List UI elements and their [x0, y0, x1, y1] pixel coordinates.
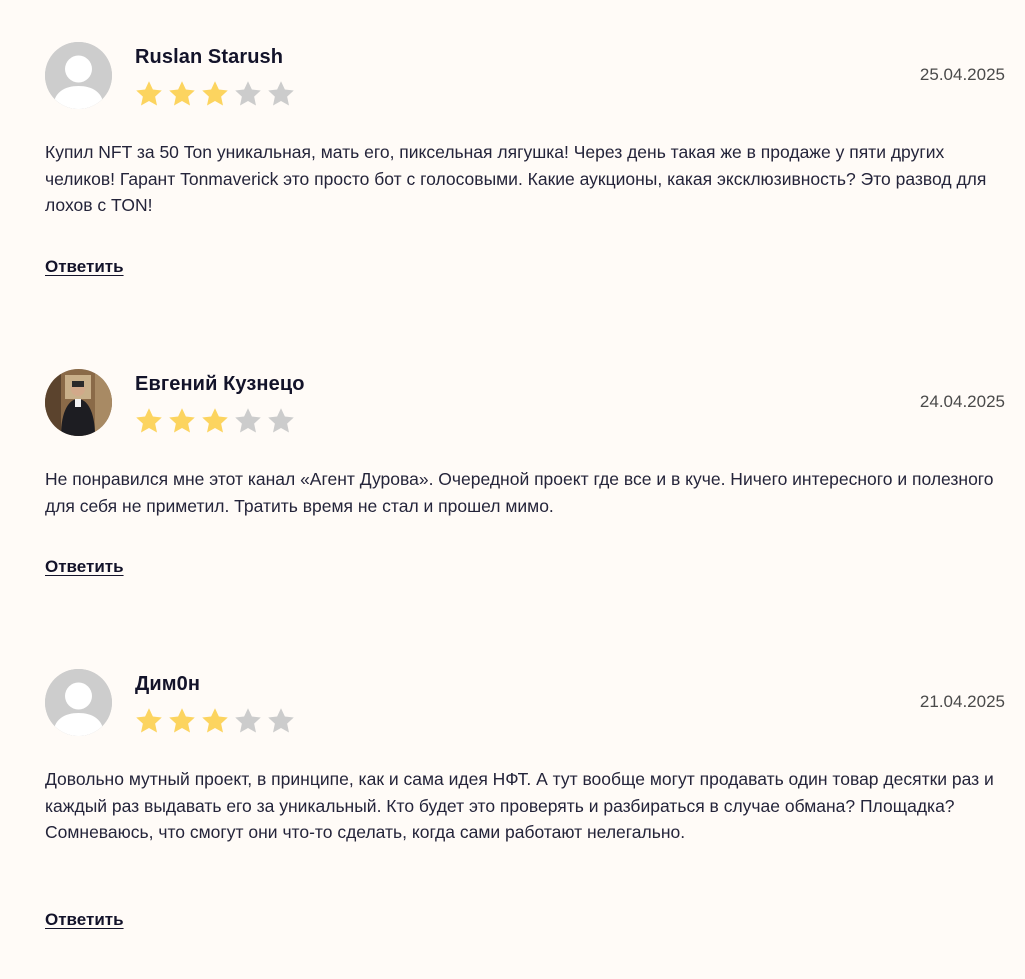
star-empty-icon [268, 81, 294, 106]
avatar [45, 369, 112, 436]
star-empty-icon [268, 408, 294, 433]
reply-link[interactable]: Ответить [45, 910, 124, 930]
avatar [45, 669, 112, 736]
star-filled-icon [169, 408, 195, 433]
star-filled-icon [202, 408, 228, 433]
review-date: 24.04.2025 [919, 392, 1005, 411]
review-author: Евгений Кузнецо [135, 373, 305, 395]
star-filled-icon [136, 408, 162, 433]
user-photo-icon [45, 369, 112, 436]
review-author: Дим0н [135, 673, 201, 695]
star-filled-icon [202, 81, 228, 106]
user-silhouette-icon [45, 669, 112, 736]
star-rating [134, 406, 296, 436]
review-text: Не понравился мне этот канал «Агент Дуро… [45, 469, 994, 516]
star-filled-icon [169, 81, 195, 106]
review-text: Купил NFT за 50 Ton уникальная, мать его… [45, 142, 987, 215]
star-empty-icon [235, 708, 261, 733]
star-filled-icon [136, 708, 162, 733]
star-rating [134, 79, 296, 109]
star-filled-icon [136, 81, 162, 106]
star-empty-icon [235, 81, 261, 106]
avatar [45, 42, 112, 109]
star-rating [134, 706, 296, 736]
review-list: Ruslan Starush 25.04.2025 Купил NFT за 5… [0, 0, 1025, 979]
star-filled-icon [202, 708, 228, 733]
review-date: 21.04.2025 [919, 692, 1005, 711]
star-empty-icon [235, 408, 261, 433]
star-empty-icon [268, 708, 294, 733]
user-silhouette-icon [45, 42, 112, 109]
review-date: 25.04.2025 [919, 65, 1005, 84]
star-filled-icon [169, 708, 195, 733]
review-text: Довольно мутный проект, в принципе, как … [45, 769, 994, 842]
reply-link[interactable]: Ответить [45, 257, 124, 277]
review-author: Ruslan Starush [135, 46, 284, 68]
reply-link[interactable]: Ответить [45, 557, 124, 577]
